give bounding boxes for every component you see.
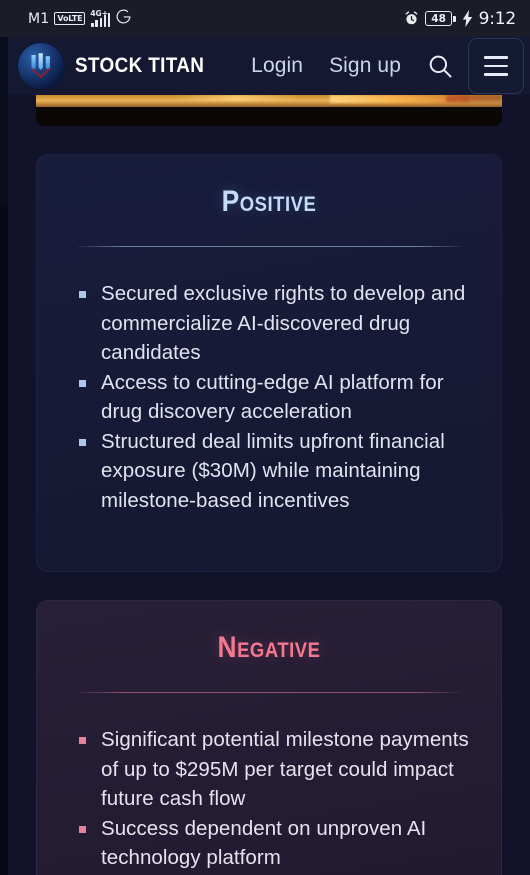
page-viewport: STOCK TITAN Login Sign up Positive Secur…: [8, 37, 530, 875]
list-item: Access to cutting-edge AI platform for d…: [79, 368, 475, 427]
negative-card: Negative Significant potential milestone…: [36, 600, 502, 875]
status-bar-right: 48 9:12: [403, 9, 516, 29]
list-item: Structured deal limits upfront financial…: [79, 427, 475, 516]
positive-card: Positive Secured exclusive rights to dev…: [36, 154, 502, 572]
app-root: M1 VoLTE 4G+ 48 9:12 STOCK TITAN Login S…: [0, 0, 530, 875]
hero-banner-image: [36, 95, 502, 126]
battery-indicator: 48: [425, 11, 456, 26]
lightning-bolt-icon: [461, 10, 474, 27]
search-icon[interactable]: [418, 44, 462, 88]
hamburger-menu-icon[interactable]: [468, 38, 524, 94]
status-bar: M1 VoLTE 4G+ 48 9:12: [0, 0, 530, 37]
alarm-clock-icon: [403, 10, 420, 27]
clock-time: 9:12: [478, 8, 517, 29]
network-type-label: 4G+: [90, 8, 109, 18]
positive-bullet-list: Secured exclusive rights to develop and …: [59, 279, 479, 515]
signup-link[interactable]: Sign up: [316, 54, 414, 78]
negative-bullet-list: Significant potential milestone payments…: [59, 725, 479, 873]
brand-home-link[interactable]: STOCK TITAN: [18, 43, 219, 89]
brand-name: STOCK TITAN: [75, 54, 205, 77]
page-content: Positive Secured exclusive rights to dev…: [8, 95, 530, 875]
negative-card-title: Negative: [217, 631, 321, 664]
battery-cap: [453, 15, 456, 22]
negative-card-divider: [77, 692, 461, 693]
navbar-actions: Login Sign up: [238, 38, 524, 94]
list-item: Secured exclusive rights to develop and …: [79, 279, 475, 368]
scrollbar-thumb[interactable]: [0, 37, 8, 207]
status-bar-left: M1 VoLTE 4G+: [28, 8, 132, 30]
list-item: Significant potential milestone payments…: [79, 725, 475, 814]
site-navbar: STOCK TITAN Login Sign up: [8, 37, 530, 95]
scrollbar-gutter[interactable]: [0, 37, 8, 875]
carrier-label: M1: [28, 10, 50, 27]
positive-card-divider: [77, 246, 461, 247]
stock-titan-logo-icon: [18, 43, 64, 89]
list-item: Success dependent on unproven AI technol…: [79, 814, 475, 873]
volte-badge: VoLTE: [54, 12, 86, 25]
login-link[interactable]: Login: [238, 54, 316, 78]
google-g-icon: [115, 8, 132, 30]
positive-card-title: Positive: [221, 185, 317, 218]
signal-bars-icon: 4G+: [90, 8, 111, 27]
battery-level: 48: [425, 11, 453, 26]
